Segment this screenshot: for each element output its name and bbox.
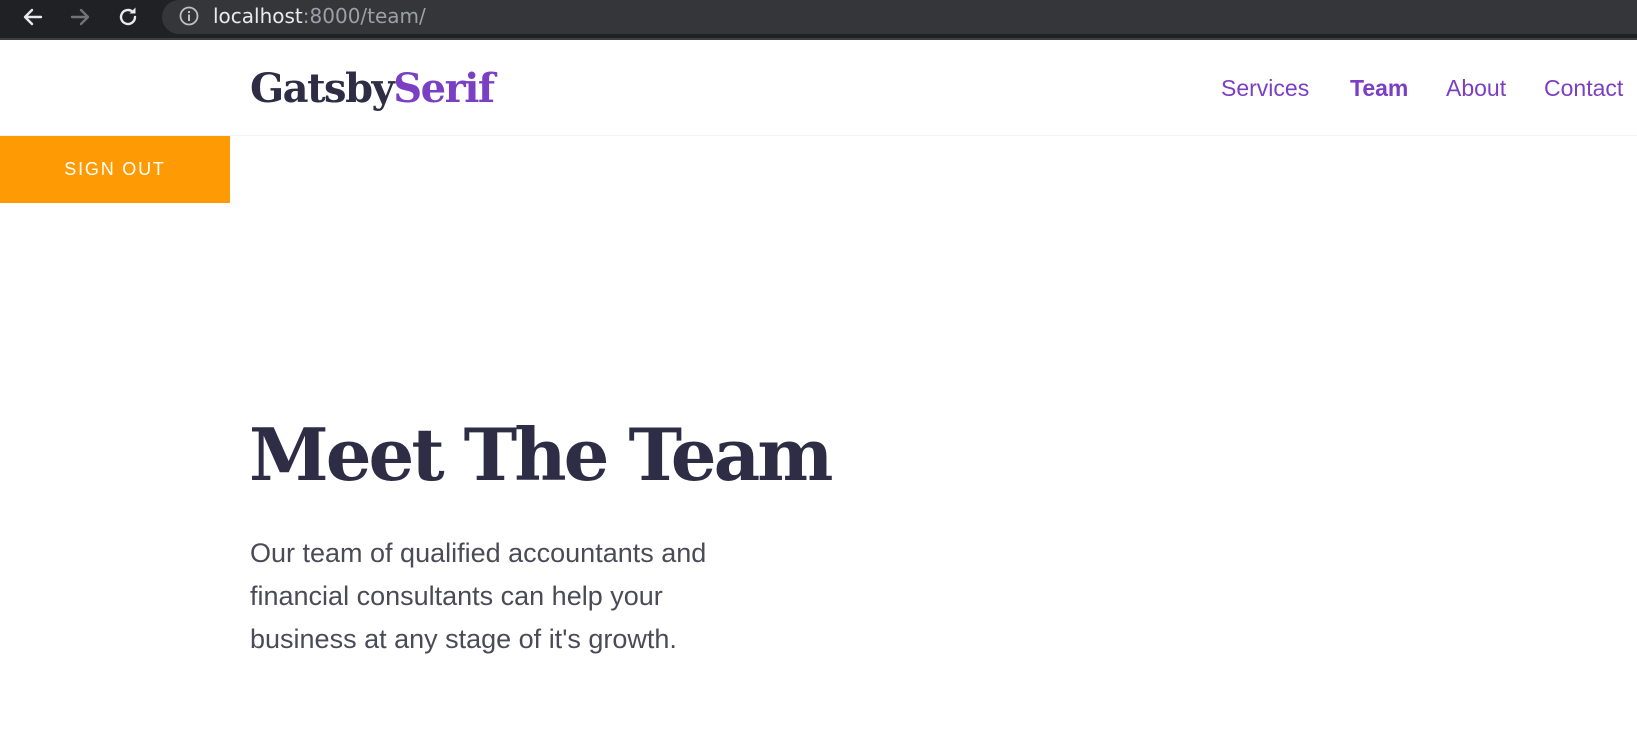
reload-icon — [119, 7, 137, 26]
site-header: GatsbySerif Services Team About Contact — [0, 41, 1637, 136]
url-host: localhost — [213, 4, 303, 28]
nav-link-contact[interactable]: Contact — [1544, 73, 1623, 103]
nav-link-about[interactable]: About — [1446, 73, 1506, 103]
nav-link-services[interactable]: Services — [1221, 73, 1309, 103]
page-intro-text: Our team of qualified accountants and fi… — [250, 538, 707, 654]
arrow-right-icon — [70, 8, 90, 26]
forward-button[interactable] — [65, 2, 95, 32]
url-text[interactable]: localhost:8000/team/ — [213, 3, 426, 29]
sign-out-button[interactable]: SIGN OUT — [0, 136, 230, 203]
nav-link-team[interactable]: Team — [1350, 73, 1408, 103]
reload-button[interactable] — [113, 2, 143, 32]
info-icon[interactable] — [178, 5, 200, 27]
browser-toolbar: localhost:8000/team/ — [0, 0, 1637, 40]
page-title: Meet The Team — [249, 412, 833, 497]
site-logo[interactable]: GatsbySerif — [250, 64, 495, 114]
url-path: :8000/team/ — [302, 4, 426, 28]
arrow-left-icon — [23, 8, 43, 26]
logo-text-gatsby: Gatsby — [250, 65, 395, 112]
back-button[interactable] — [18, 2, 48, 32]
logo-text-serif: Serif — [393, 65, 495, 112]
